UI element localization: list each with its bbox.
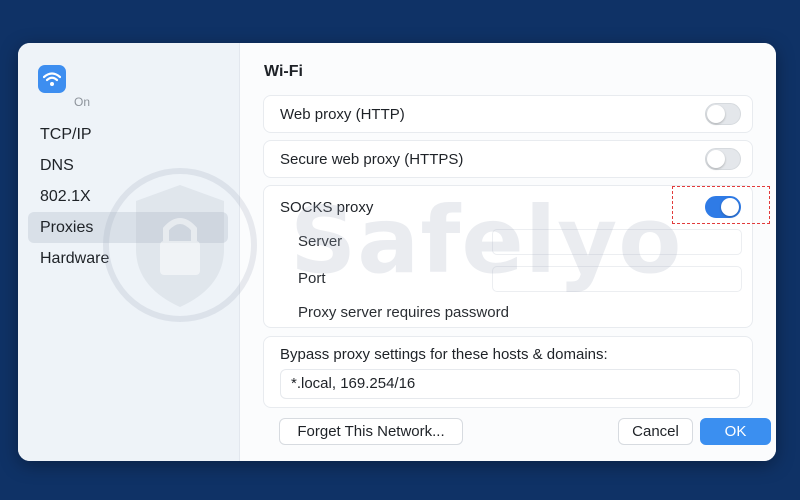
server-label: Server bbox=[298, 233, 343, 250]
settings-window: On TCP/IP DNS 802.1X Proxies Hardware Wi… bbox=[18, 43, 776, 461]
web-proxy-row: Web proxy (HTTP) bbox=[263, 95, 753, 133]
socks-proxy-label: SOCKS proxy bbox=[280, 199, 374, 216]
web-proxy-toggle[interactable] bbox=[705, 103, 741, 125]
secure-web-proxy-row: Secure web proxy (HTTPS) bbox=[263, 140, 753, 178]
page-title: Wi-Fi bbox=[264, 63, 303, 80]
web-proxy-label: Web proxy (HTTP) bbox=[280, 106, 405, 123]
sidebar-item-hardware[interactable]: Hardware bbox=[28, 243, 228, 274]
port-field[interactable] bbox=[492, 266, 742, 292]
secure-web-proxy-label: Secure web proxy (HTTPS) bbox=[280, 151, 464, 168]
wifi-icon bbox=[38, 65, 66, 93]
toggle-knob bbox=[707, 105, 725, 123]
toggle-knob bbox=[707, 150, 725, 168]
ok-button[interactable]: OK bbox=[700, 418, 771, 445]
sidebar-item-8021x[interactable]: 802.1X bbox=[28, 181, 228, 212]
socks-toggle-highlight bbox=[672, 186, 770, 224]
password-required-label: Proxy server requires password bbox=[298, 304, 509, 321]
server-field[interactable] bbox=[492, 229, 742, 255]
bypass-label: Bypass proxy settings for these hosts & … bbox=[280, 346, 608, 363]
forget-network-button[interactable]: Forget This Network... bbox=[279, 418, 463, 445]
port-label: Port bbox=[298, 270, 326, 287]
sidebar-item-proxies[interactable]: Proxies bbox=[28, 212, 228, 243]
secure-web-proxy-toggle[interactable] bbox=[705, 148, 741, 170]
sidebar-item-tcpip[interactable]: TCP/IP bbox=[28, 119, 228, 150]
wifi-status-label: On bbox=[74, 95, 91, 109]
bypass-hosts-input[interactable]: *.local, 169.254/16 bbox=[280, 369, 740, 399]
sidebar: On TCP/IP DNS 802.1X Proxies Hardware bbox=[18, 43, 240, 461]
main-panel: Wi-Fi Web proxy (HTTP) Secure web proxy … bbox=[240, 43, 776, 461]
sidebar-item-dns[interactable]: DNS bbox=[28, 150, 228, 181]
cancel-button[interactable]: Cancel bbox=[618, 418, 693, 445]
bypass-card: Bypass proxy settings for these hosts & … bbox=[263, 336, 753, 408]
